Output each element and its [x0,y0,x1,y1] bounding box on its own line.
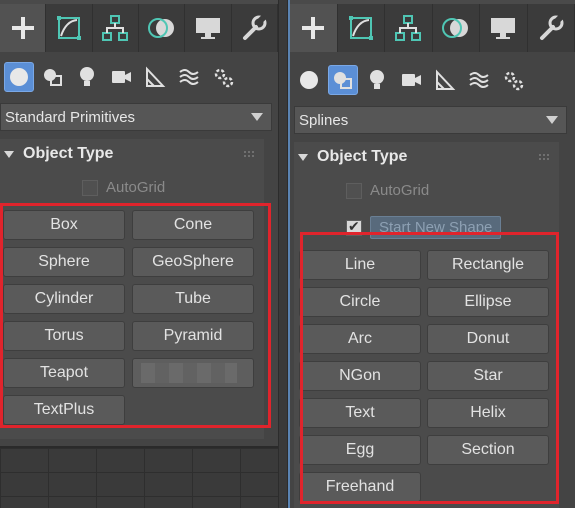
spacewarps-button[interactable] [464,65,494,95]
motion-tab[interactable] [433,4,480,52]
systems-icon [504,71,524,91]
viewport-grid[interactable] [0,446,278,508]
wrench-icon [539,14,564,40]
autogrid-option[interactable]: AutoGrid [82,179,165,196]
wrench-icon [243,14,267,40]
autogrid-checkbox[interactable] [82,179,98,196]
autogrid-label: AutoGrid [370,182,430,199]
lights-button[interactable] [362,65,392,95]
hierarchy-icon [395,15,422,41]
plus-icon [11,17,34,39]
spacewarps-icon [179,69,199,85]
rollout-title: Object Type [23,145,114,162]
autogrid-label: AutoGrid [106,179,166,196]
helpers-icon [436,69,456,90]
modify-tab[interactable] [46,4,93,52]
category-dropdown-value: Splines [299,111,349,129]
chevron-down-icon [546,116,558,124]
geometry-button[interactable] [294,65,324,95]
grip-icon[interactable] [244,149,254,159]
systems-icon [214,68,234,88]
sphere-icon [300,71,318,89]
display-tab[interactable] [480,4,528,52]
highlight-box-right [300,232,559,504]
utilities-tab[interactable] [232,4,278,52]
light-icon [370,70,384,89]
hierarchy-tab[interactable] [385,4,433,52]
light-icon [80,67,94,86]
curve-edit-icon [56,16,81,40]
create-panel-left: Standard Primitives Object Type AutoGrid… [0,0,278,508]
utilities-tab[interactable] [528,4,575,52]
shapes-icon [44,69,62,86]
autogrid-checkbox[interactable] [346,182,362,199]
command-panel-tabs [0,4,278,52]
plus-icon [302,17,325,39]
autogrid-option[interactable]: AutoGrid [346,182,429,199]
create-tab[interactable] [0,4,47,52]
chevron-down-icon [251,113,263,121]
sphere-icon [10,68,28,86]
collapse-triangle-icon [298,153,308,161]
object-category-bar [0,58,278,96]
category-dropdown[interactable]: Standard Primitives [0,103,272,131]
rollout-title: Object Type [317,148,408,165]
motion-icon [441,18,468,38]
panel-divider [278,0,288,508]
create-panel-right: Splines Object Type AutoGrid Start New S… [288,0,575,508]
object-category-bar [290,61,575,99]
helpers-button[interactable] [140,62,170,92]
display-icon [195,18,220,39]
spacewarps-button[interactable] [174,62,204,92]
helpers-icon [146,66,166,87]
command-panel-tabs [290,4,575,52]
collapse-triangle-icon [4,150,14,158]
motion-icon [147,18,174,38]
display-icon [491,18,516,39]
camera-icon [112,71,131,83]
category-dropdown-value: Standard Primitives [5,108,136,126]
shapes-icon [334,72,352,89]
motion-tab[interactable] [139,4,186,52]
display-tab[interactable] [185,4,232,52]
shapes-button[interactable] [328,65,358,95]
create-tab[interactable] [290,4,338,52]
object-type-rollout-header[interactable]: Object Type [0,139,264,169]
systems-button[interactable] [208,62,238,92]
spacewarps-icon [469,72,489,88]
shapes-button[interactable] [38,62,68,92]
highlight-box-left [0,203,271,428]
curve-edit-icon [348,16,373,40]
lights-button[interactable] [72,62,102,92]
grip-icon[interactable] [539,152,549,162]
hierarchy-tab[interactable] [93,4,139,52]
modify-tab[interactable] [338,4,385,52]
systems-button[interactable] [498,65,528,95]
cameras-button[interactable] [396,65,426,95]
helpers-button[interactable] [430,65,460,95]
hierarchy-icon [102,15,129,41]
object-type-rollout-header[interactable]: Object Type [294,142,559,172]
geometry-button[interactable] [4,62,34,92]
cameras-button[interactable] [106,62,136,92]
category-dropdown[interactable]: Splines [294,106,567,134]
camera-icon [402,74,421,86]
